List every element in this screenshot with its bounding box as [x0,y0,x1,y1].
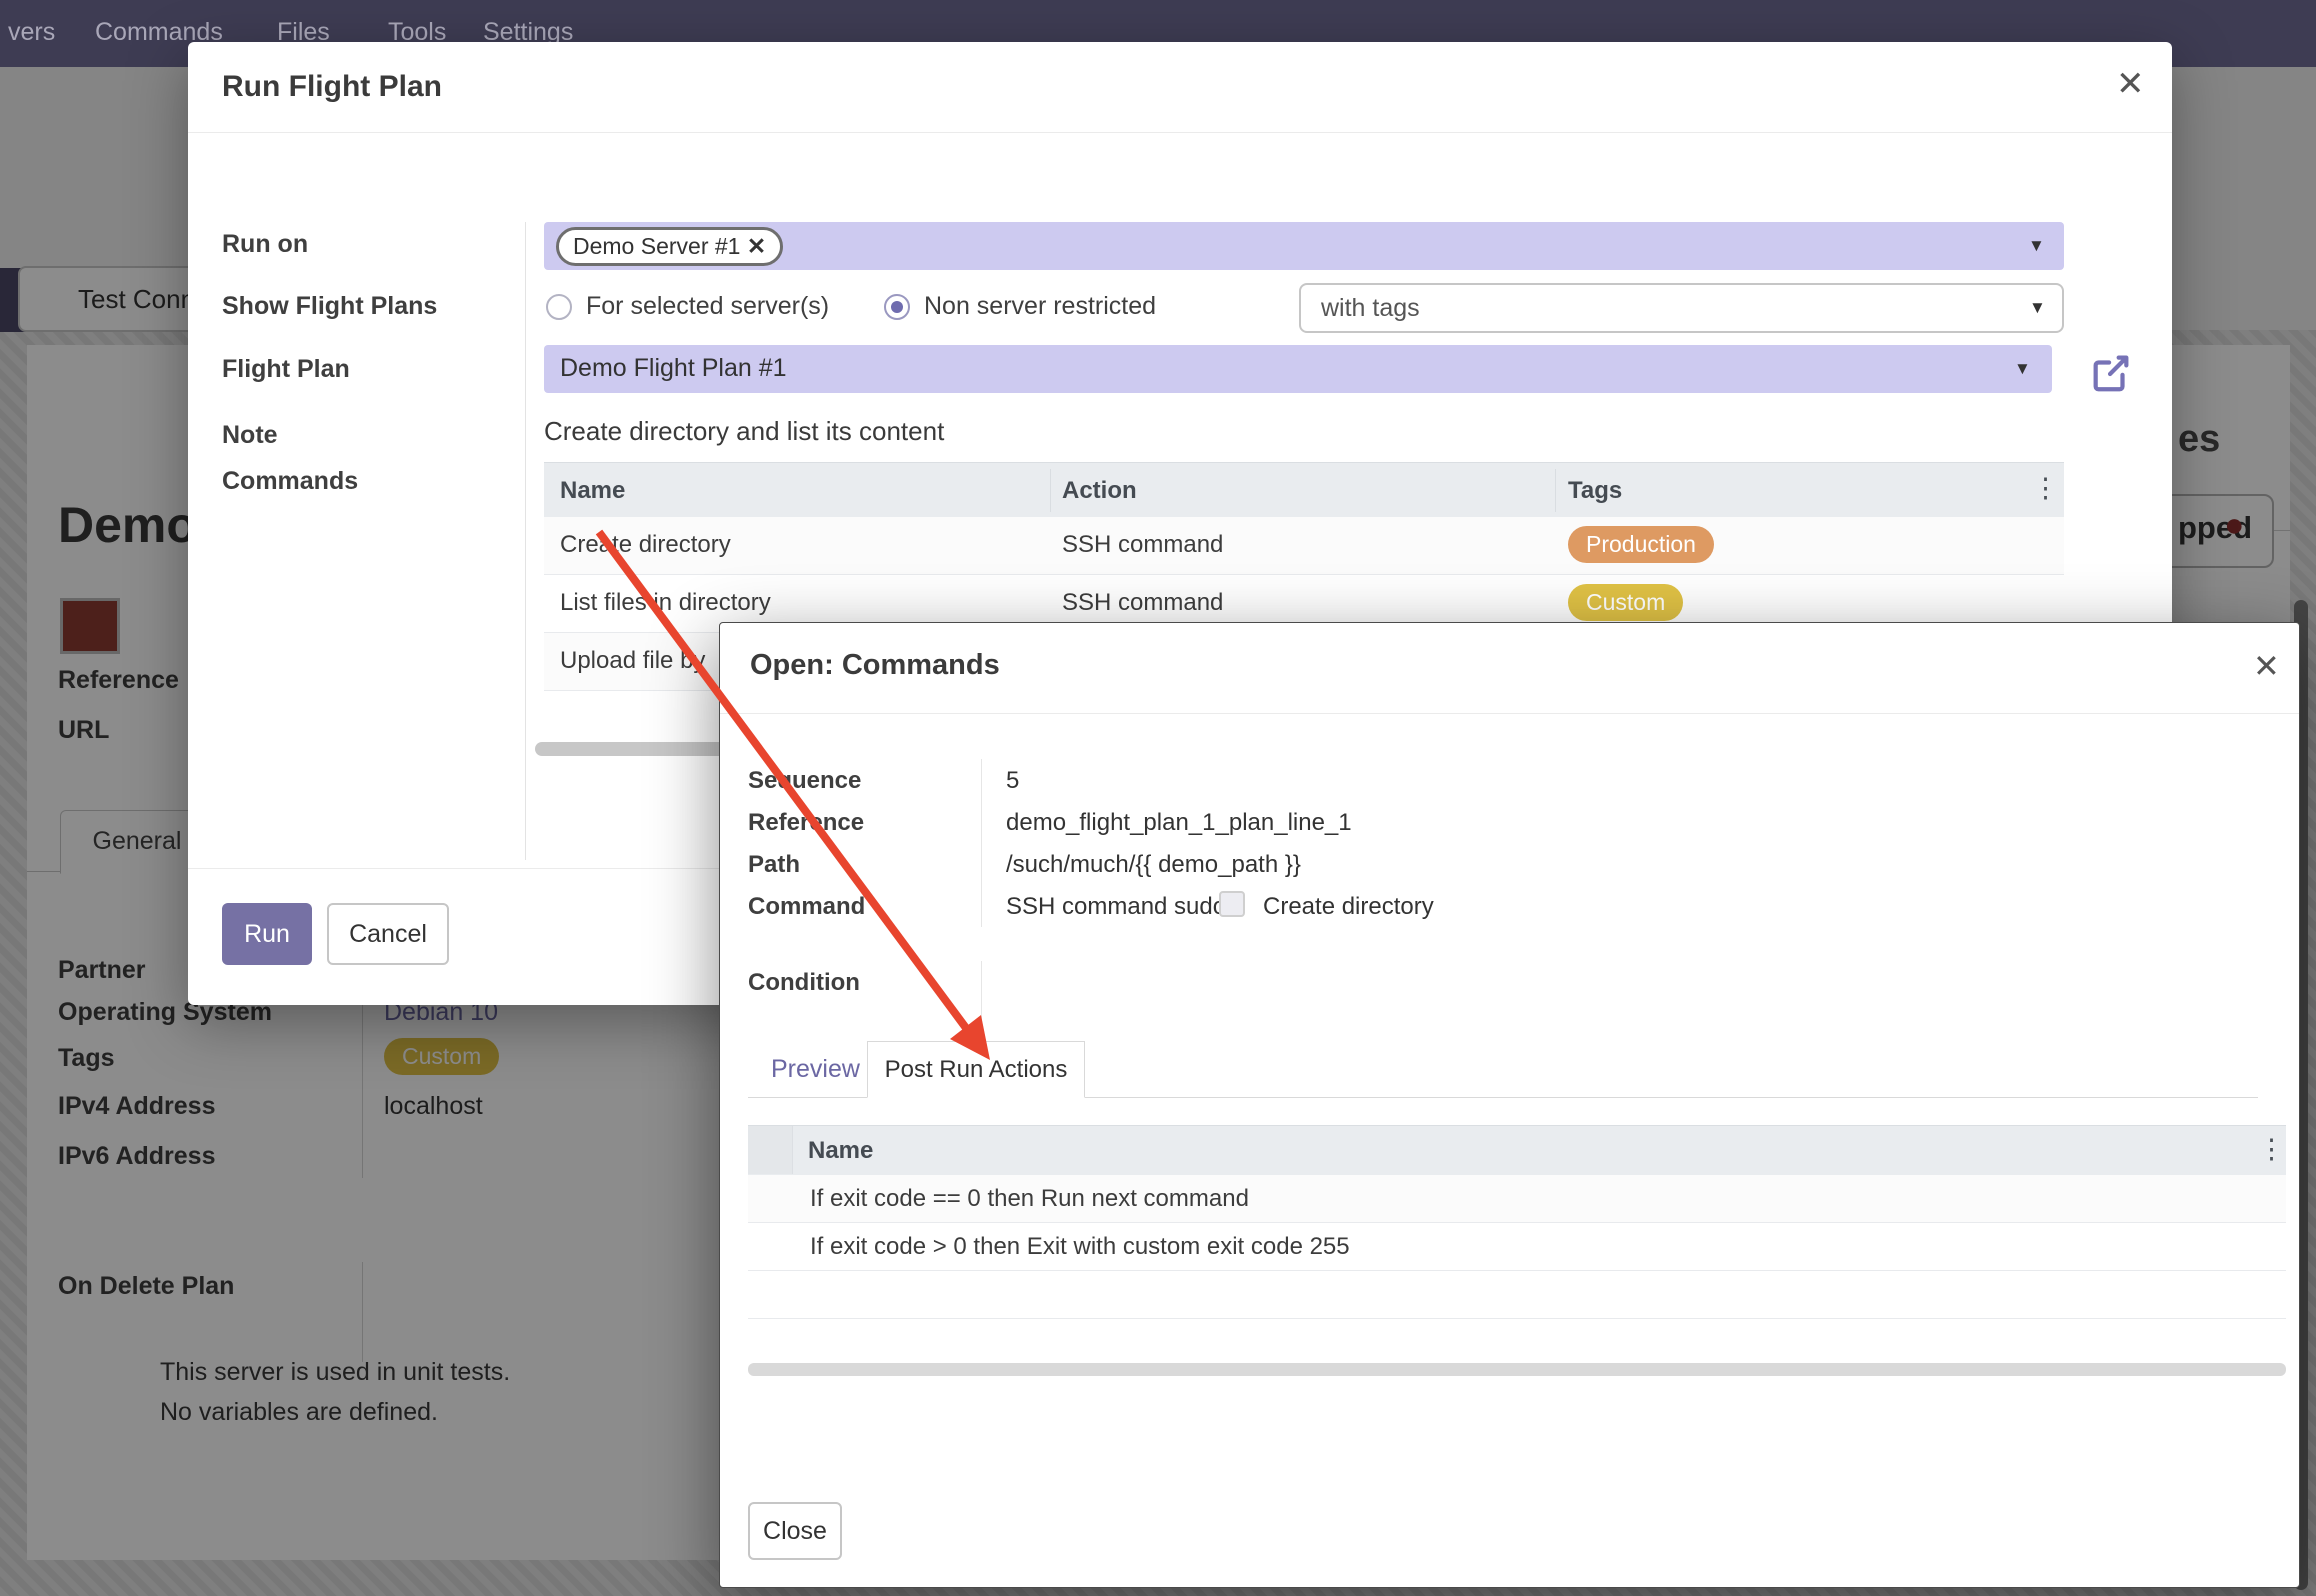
chevron-down-icon: ▼ [2028,236,2045,256]
radio-for-selected-servers-label[interactable]: For selected server(s) [586,292,829,321]
radio-non-server-restricted[interactable] [884,294,910,320]
server-tag-chip[interactable]: Demo Server #1 ✕ [556,227,783,266]
table-row[interactable]: Create directory SSH command Production [544,517,2064,575]
tag-production-pill: Production [1568,526,1714,563]
flight-plan-select[interactable]: Demo Flight Plan #1 ▼ [544,345,2052,393]
show-flight-plans-label: Show Flight Plans [222,292,437,321]
col-name[interactable]: Name [808,1137,873,1165]
with-tags-value: with tags [1321,294,1420,323]
close-icon[interactable]: ✕ [2116,64,2145,104]
modal-header-divider [720,713,2299,714]
app-window: vers Commands Files Tools Settings Test … [0,0,2316,1596]
table-row[interactable]: If exit code > 0 then Exit with custom e… [748,1223,2286,1271]
flight-plan-value: Demo Flight Plan #1 [560,354,787,383]
kebab-icon[interactable]: ⋮ [2258,1134,2283,1165]
row-name: Create directory [560,531,731,559]
row-name: Upload file by [560,647,705,675]
with-tags-select[interactable]: with tags ▼ [1299,283,2064,333]
run-on-field[interactable]: Demo Server #1 ✕ ▼ [544,222,2064,270]
sequence-label: Sequence [748,767,861,795]
cancel-button[interactable]: Cancel [327,903,449,965]
open-commands-modal: Open: Commands ✕ Sequence Reference Path… [719,622,2300,1588]
action-row-text: If exit code > 0 then Exit with custom e… [810,1233,1350,1261]
col-tags[interactable]: Tags [1568,477,1622,505]
kebab-icon[interactable]: ⋮ [2032,473,2057,504]
sequence-value: 5 [1006,767,1019,795]
col-action[interactable]: Action [1062,477,1137,505]
tag-custom-pill: Custom [1568,584,1683,621]
menu-item-servers[interactable]: vers [8,18,55,47]
external-link-icon[interactable] [2088,350,2134,396]
commands-label: Commands [222,467,358,496]
tab-preview[interactable]: Preview [771,1055,860,1084]
radio-non-server-restricted-label[interactable]: Non server restricted [924,292,1156,321]
select-column-stub [748,1126,793,1174]
horizontal-scrollbar-thumb[interactable] [748,1363,2286,1376]
command-link[interactable]: Create directory [1263,893,1434,921]
condition-label: Condition [748,969,860,997]
row-divider [748,1270,2286,1271]
label-column-divider [981,759,982,927]
note-label: Note [222,421,278,450]
col-divider [1050,469,1051,512]
commands-table-header: Name Action Tags ⋮ [544,462,2064,519]
path-value: /such/much/{{ demo_path }} [1006,851,1301,879]
commands-modal-title: Open: Commands [750,649,1000,682]
run-modal-title: Run Flight Plan [222,70,442,104]
label-column-divider [525,222,526,860]
col-name[interactable]: Name [560,477,625,505]
reference-value: demo_flight_plan_1_plan_line_1 [1006,809,1352,837]
flight-plan-label: Flight Plan [222,355,350,384]
path-label: Path [748,851,800,879]
command-value: SSH command sudo [1006,893,1226,921]
row-divider [748,1318,2286,1319]
row-action: SSH command [1062,589,1223,617]
chevron-down-icon: ▼ [2029,298,2046,318]
radio-for-selected-servers[interactable] [546,294,572,320]
tag-remove-icon[interactable]: ✕ [747,233,766,259]
row-name: List files in directory [560,589,771,617]
run-button[interactable]: Run [222,903,312,965]
run-on-label: Run on [222,230,308,259]
tab-post-run-actions[interactable]: Post Run Actions [867,1041,1085,1098]
close-button[interactable]: Close [748,1502,842,1560]
col-divider [1555,469,1556,512]
row-action: SSH command [1062,531,1223,559]
plan-caption: Create directory and list its content [544,416,944,447]
table-row[interactable]: If exit code == 0 then Run next command [748,1175,2286,1223]
modal-header-divider [188,132,2172,133]
sudo-checkbox[interactable] [1219,891,1245,917]
chevron-down-icon: ▼ [2014,359,2031,379]
close-icon[interactable]: ✕ [2253,647,2280,685]
actions-table-header: Name ⋮ [748,1125,2286,1177]
reference-label: Reference [748,809,864,837]
command-label: Command [748,893,865,921]
server-tag-label: Demo Server #1 [573,233,740,259]
action-row-text: If exit code == 0 then Run next command [810,1185,1249,1213]
